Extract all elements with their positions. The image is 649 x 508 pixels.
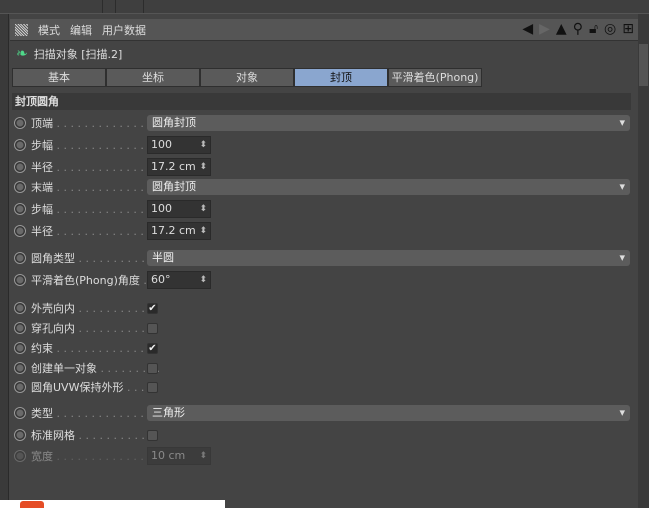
animate-radio[interactable] xyxy=(14,302,26,314)
animate-radio[interactable] xyxy=(14,362,26,374)
animate-radio[interactable] xyxy=(14,274,26,286)
menu-edit[interactable]: 编辑 xyxy=(70,22,92,38)
animate-radio[interactable] xyxy=(14,429,26,441)
up-arrow-icon[interactable]: ▲ xyxy=(556,21,567,37)
back-arrow-icon[interactable]: ◀ xyxy=(522,21,533,37)
grip-icon[interactable] xyxy=(15,23,28,36)
animate-radio[interactable] xyxy=(14,252,26,264)
row-hole-inwards: 穿孔向内 xyxy=(14,319,634,337)
animate-radio[interactable] xyxy=(14,381,26,393)
row-regular-grid: 标准网格 xyxy=(14,426,634,444)
top-radius-input[interactable]: 17.2 cm xyxy=(147,158,211,176)
row-hull-inwards: 外壳向内✔ xyxy=(14,299,634,317)
width-input: 10 cm xyxy=(147,447,211,465)
animate-radio[interactable] xyxy=(14,161,26,173)
row-single-object: 创建单一对象 xyxy=(14,359,634,377)
end-dropdown[interactable]: 圆角封顶 xyxy=(147,179,630,195)
animate-radio[interactable] xyxy=(14,117,26,129)
section-header: 封顶圆角 xyxy=(12,93,631,110)
target-icon[interactable]: ◎ xyxy=(604,21,616,37)
row-keep-uvw: 圆角UVW保持外形 xyxy=(14,378,634,396)
regular-grid-checkbox[interactable] xyxy=(147,429,158,441)
row-end-radius: 半径17.2 cm xyxy=(14,222,634,240)
keep-uvw-checkbox[interactable] xyxy=(147,381,158,393)
tab-phong[interactable]: 平滑着色(Phong) xyxy=(388,68,482,87)
menu-mode[interactable]: 模式 xyxy=(38,22,60,38)
tab-basic[interactable]: 基本 xyxy=(12,68,106,87)
menu-bar: 模式 编辑 用户数据 ◀ ▶ ▲ ⚲ 🔓︎ ◎ ⊞ xyxy=(10,19,638,41)
row-type: 类型三角形 xyxy=(14,404,634,422)
phong-angle-input[interactable]: 60° xyxy=(147,271,211,289)
constrain-checkbox[interactable]: ✔ xyxy=(147,342,158,354)
row-phong-angle: 平滑着色(Phong)角度60° xyxy=(14,271,634,289)
tab-bar: 基本 坐标 对象 封顶 平滑着色(Phong) xyxy=(12,68,482,87)
animate-radio[interactable] xyxy=(14,322,26,334)
hull-inwards-checkbox[interactable]: ✔ xyxy=(147,302,158,314)
row-width: 宽度10 cm xyxy=(14,447,634,465)
fillet-type-dropdown[interactable]: 半圆 xyxy=(147,250,630,266)
single-object-checkbox[interactable] xyxy=(147,362,158,374)
top-dropdown[interactable]: 圆角封顶 xyxy=(147,115,630,131)
scrollbar[interactable] xyxy=(638,14,649,508)
tab-object[interactable]: 对象 xyxy=(200,68,294,87)
row-top-radius: 半径17.2 cm xyxy=(14,158,634,176)
animate-radio[interactable] xyxy=(14,203,26,215)
bottom-toolbar xyxy=(0,500,225,508)
object-title-text: 扫描对象 [扫描.2] xyxy=(33,48,123,61)
end-steps-input[interactable]: 100 xyxy=(147,200,211,218)
type-dropdown[interactable]: 三角形 xyxy=(147,405,630,421)
tab-coord[interactable]: 坐标 xyxy=(106,68,200,87)
row-end: 末端圆角封顶 xyxy=(14,178,634,196)
animate-radio[interactable] xyxy=(14,407,26,419)
search-icon[interactable]: ⚲ xyxy=(573,21,583,37)
animate-radio xyxy=(14,450,26,462)
row-top-steps: 步幅100 xyxy=(14,136,634,154)
lock-icon[interactable]: 🔓︎ xyxy=(589,21,598,37)
animate-radio[interactable] xyxy=(14,342,26,354)
object-title: ❧ 扫描对象 [扫描.2] xyxy=(16,46,122,62)
hole-inwards-checkbox[interactable] xyxy=(147,322,158,334)
animate-radio[interactable] xyxy=(14,181,26,193)
row-top: 顶端圆角封顶 xyxy=(14,114,634,132)
row-fillet-type: 圆角类型半圆 xyxy=(14,249,634,267)
forward-arrow-icon[interactable]: ▶ xyxy=(539,21,550,37)
new-panel-icon[interactable]: ⊞ xyxy=(622,21,634,37)
row-constrain: 约束✔ xyxy=(14,339,634,357)
end-radius-input[interactable]: 17.2 cm xyxy=(147,222,211,240)
scrollbar-thumb[interactable] xyxy=(639,44,648,86)
row-end-steps: 步幅100 xyxy=(14,200,634,218)
top-panel xyxy=(0,0,649,14)
left-panel-edge xyxy=(0,14,9,508)
animate-radio[interactable] xyxy=(14,139,26,151)
logo-icon xyxy=(20,501,44,508)
tab-caps[interactable]: 封顶 xyxy=(294,68,388,87)
top-steps-input[interactable]: 100 xyxy=(147,136,211,154)
menu-user-data[interactable]: 用户数据 xyxy=(102,22,146,38)
animate-radio[interactable] xyxy=(14,225,26,237)
sweep-object-icon: ❧ xyxy=(16,46,28,62)
